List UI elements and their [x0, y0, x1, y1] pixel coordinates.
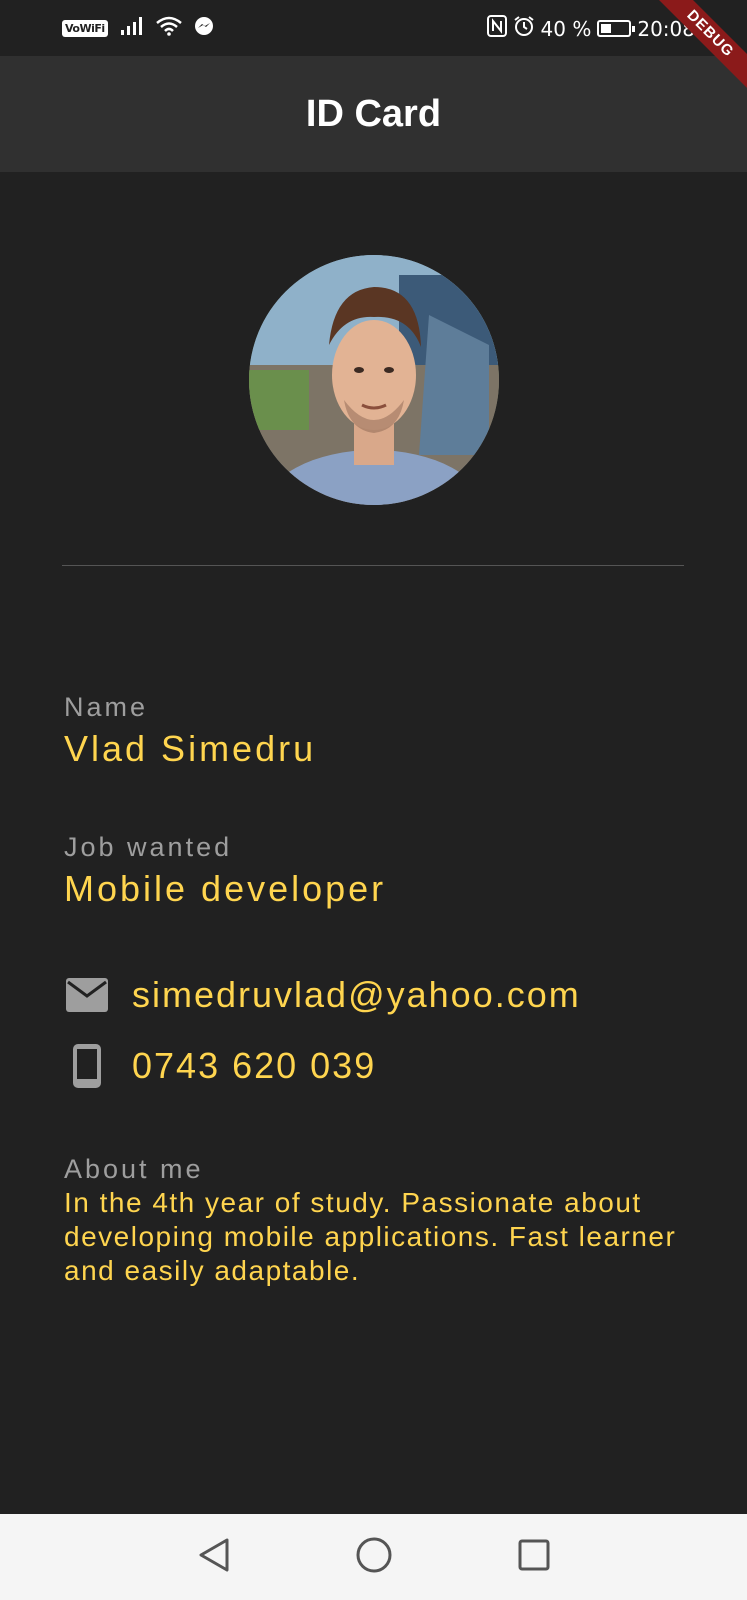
recents-icon	[517, 1538, 551, 1577]
app-bar: ID Card	[0, 56, 747, 172]
signal-icon	[120, 16, 144, 41]
battery-level	[601, 24, 612, 33]
phone-icon	[64, 1043, 110, 1089]
nav-bar	[0, 1514, 747, 1600]
about-text: In the 4th year of study. Passionate abo…	[64, 1187, 677, 1286]
about-label: About me	[64, 1154, 204, 1184]
vowifi-icon: VoWiFi	[62, 20, 108, 37]
status-left: VoWiFi	[62, 16, 214, 41]
email-row[interactable]: simedruvlad@yahoo.com	[64, 972, 581, 1018]
back-button[interactable]	[189, 1532, 239, 1582]
name-value: Vlad Simedru	[64, 728, 317, 769]
email-icon	[64, 972, 110, 1018]
home-button[interactable]	[349, 1532, 399, 1582]
job-label: Job wanted	[64, 832, 233, 862]
nfc-icon	[486, 15, 507, 42]
avatar	[249, 255, 499, 505]
home-icon	[355, 1536, 393, 1579]
battery-charging-icon	[597, 20, 636, 37]
email-value: simedruvlad@yahoo.com	[132, 974, 581, 1015]
divider	[62, 565, 684, 566]
page-title: ID Card	[305, 92, 442, 135]
messenger-icon	[194, 16, 214, 41]
status-bar: VoWiFi 40 % 20:08	[0, 0, 747, 56]
phone-value: 0743 620 039	[132, 1045, 377, 1086]
battery-percent: 40 %	[540, 16, 592, 41]
recents-button[interactable]	[509, 1532, 559, 1582]
alarm-icon	[513, 15, 535, 42]
phone-row[interactable]: 0743 620 039	[64, 1043, 376, 1089]
back-icon	[197, 1537, 231, 1578]
name-label: Name	[64, 692, 149, 722]
wifi-icon	[155, 16, 182, 41]
status-right: 40 % 20:08	[486, 15, 695, 42]
job-value: Mobile developer	[64, 868, 387, 909]
